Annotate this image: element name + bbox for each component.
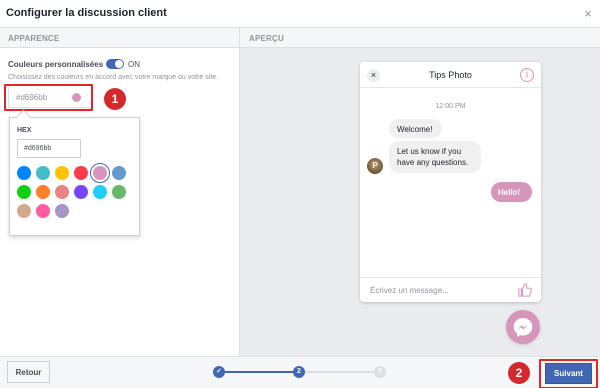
hex-label: HEX [17,127,32,134]
dialog-header: Configurer la discussion client × [0,0,600,28]
avatar: P [367,158,383,174]
color-swatch[interactable] [55,166,69,180]
step-progress: ✓ 2 3 [213,365,388,379]
appearance-panel: APPARENCE Couleurs personnalisées ON Cho… [0,28,240,356]
color-swatch[interactable] [17,204,31,218]
color-field-swatch [72,93,81,102]
preview-section-title: APERÇU [240,28,600,48]
appearance-section-title: APPARENCE [0,28,239,48]
thumbs-up-icon[interactable] [518,283,532,297]
messenger-launcher-button[interactable] [506,310,540,344]
info-icon[interactable]: i [520,68,534,82]
close-icon[interactable]: × [584,6,592,21]
color-swatch[interactable] [36,185,50,199]
incoming-message: Let us know if you have any questions. [389,141,481,173]
color-field-value: #d696bb [16,93,48,102]
color-picker-popover: HEX #d696bb [9,117,140,236]
chat-title: Tips Photo [429,70,472,80]
dialog-title: Configurer la discussion client [6,7,167,19]
color-swatch[interactable] [112,185,126,199]
custom-colors-toggle[interactable] [106,59,124,69]
color-swatch[interactable] [36,204,50,218]
color-swatch[interactable] [93,185,107,199]
toggle-state-label: ON [128,60,140,69]
message-composer[interactable]: Écrivez un message... [360,277,541,302]
messenger-icon [513,318,533,337]
color-swatch[interactable] [55,185,69,199]
preview-panel: APERÇU × Tips Photo i 12:00 PM Welcome! … [240,28,600,356]
dialog-footer: Retour ✓ 2 3 2 Suivant [0,356,600,388]
color-swatch[interactable] [112,166,126,180]
color-swatch[interactable] [17,185,31,199]
custom-colors-label: Couleurs personnalisées [8,60,104,69]
color-swatch-grid [17,163,135,218]
next-button[interactable]: Suivant [545,363,592,384]
step-connector-done [225,371,299,373]
color-swatch[interactable] [74,185,88,199]
annotation-badge-2: 2 [508,362,530,384]
custom-colors-row: Couleurs personnalisées ON [8,59,238,71]
color-swatch[interactable] [55,204,69,218]
chat-timestamp: 12:00 PM [435,103,466,110]
step-1-check-icon: ✓ [213,366,225,378]
composer-placeholder: Écrivez un message... [370,286,449,295]
chat-preview-window: × Tips Photo i 12:00 PM Welcome! Let us … [360,62,541,302]
step-2-indicator: 2 [293,366,305,378]
color-swatch[interactable] [74,166,88,180]
hex-input[interactable]: #d696bb [17,139,81,158]
incoming-message: Welcome! [389,119,442,138]
toggle-knob [115,60,123,68]
outgoing-message: Hello! [491,182,532,202]
color-swatch[interactable] [90,163,110,183]
annotation-badge-1: 1 [104,88,126,110]
back-button[interactable]: Retour [7,361,50,383]
custom-colors-help-text: Choisissez des couleurs en accord avec v… [8,74,219,81]
step-connector-pending [304,371,376,373]
hex-input-value: #d696bb [24,145,52,152]
chat-preview-header: × Tips Photo i [360,62,541,88]
color-field[interactable]: #d696bb [8,85,92,108]
step-3-indicator: 3 [374,366,386,378]
color-swatch[interactable] [17,166,31,180]
color-swatch[interactable] [36,166,50,180]
